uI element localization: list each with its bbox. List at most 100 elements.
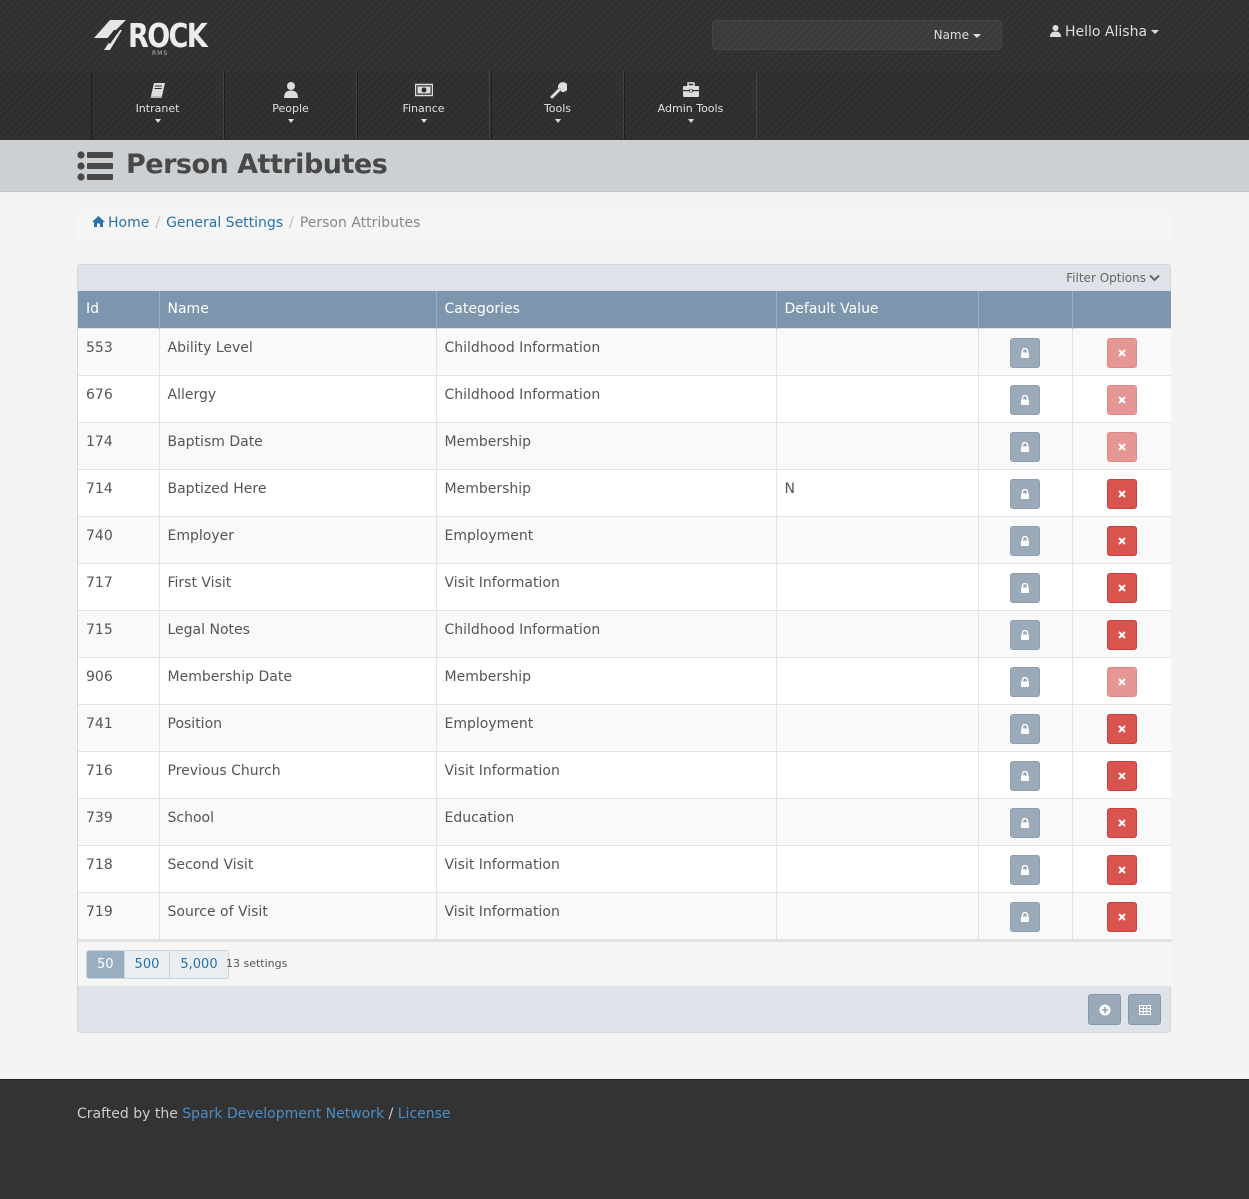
nav-item-people[interactable]: People: [224, 71, 357, 139]
table-row[interactable]: 718 Second Visit Visit Information: [78, 844, 1171, 892]
cell-id: 715: [78, 609, 160, 657]
spark-network-link[interactable]: Spark Development Network: [182, 1106, 384, 1122]
nav-item-admin-tools[interactable]: Admin Tools: [624, 71, 757, 139]
rock-logo-mark-icon: [94, 20, 126, 50]
logo-subtext: RMS: [152, 50, 169, 57]
search-input[interactable]: [713, 21, 918, 49]
lock-icon: [1021, 394, 1029, 405]
rock-logo[interactable]: ROCK RMS: [92, 14, 208, 58]
cell-name: Previous Church: [159, 750, 437, 798]
page-size-50[interactable]: 50: [87, 951, 125, 978]
export-excel-button[interactable]: [1128, 994, 1161, 1025]
page-size-500[interactable]: 500: [124, 951, 171, 978]
table-row[interactable]: 741 Position Employment: [78, 703, 1171, 751]
briefcase-icon: [682, 82, 699, 97]
security-button[interactable]: [1010, 807, 1040, 838]
table-row[interactable]: 174 Baptism Date Membership: [78, 421, 1171, 469]
nav-item-tools[interactable]: Tools: [491, 71, 624, 139]
security-button[interactable]: [1010, 760, 1040, 791]
security-button[interactable]: [1010, 572, 1040, 603]
cell-delete: [1072, 374, 1171, 422]
cell-delete: [1072, 797, 1171, 845]
cell-category: Membership: [436, 656, 777, 704]
column-header-categories[interactable]: Categories: [436, 291, 777, 328]
table-row[interactable]: 553 Ability Level Childhood Information: [78, 327, 1171, 375]
cell-default-value: [776, 750, 979, 798]
caret-down-icon: [687, 119, 694, 123]
security-button[interactable]: [1010, 384, 1040, 415]
delete-button[interactable]: [1106, 431, 1137, 462]
table-row[interactable]: 714 Baptized Here Membership N: [78, 468, 1171, 516]
page-title: Person Attributes: [126, 149, 388, 180]
cell-security: [978, 797, 1073, 845]
column-header-delete: [1072, 291, 1171, 328]
table-row[interactable]: 739 School Education: [78, 797, 1171, 845]
page-size-5000[interactable]: 5,000: [170, 951, 228, 978]
table-row[interactable]: 715 Legal Notes Childhood Information: [78, 609, 1171, 657]
security-button[interactable]: [1010, 619, 1040, 650]
table-row[interactable]: 719 Source of Visit Visit Information: [78, 891, 1171, 939]
security-button[interactable]: [1010, 431, 1040, 462]
table-row[interactable]: 716 Previous Church Visit Information: [78, 750, 1171, 798]
delete-button[interactable]: [1106, 525, 1137, 556]
security-button[interactable]: [1010, 901, 1040, 932]
cell-category: Visit Information: [436, 750, 777, 798]
close-icon: [1118, 630, 1126, 639]
breadcrumb-general-settings-link[interactable]: General Settings: [166, 215, 283, 231]
money-icon: [414, 83, 433, 97]
delete-button[interactable]: [1106, 760, 1137, 791]
table-row[interactable]: 717 First Visit Visit Information: [78, 562, 1171, 610]
table-body: 553 Ability Level Childhood Information 676…: [78, 327, 1171, 939]
lock-icon: [1021, 676, 1029, 687]
cell-name: Baptism Date: [159, 421, 437, 469]
table-row[interactable]: 740 Employer Employment: [78, 515, 1171, 563]
cell-id: 174: [78, 421, 160, 469]
cell-id: 676: [78, 374, 160, 422]
user-menu[interactable]: Hello Alisha: [1050, 24, 1160, 40]
license-link[interactable]: License: [398, 1106, 451, 1122]
delete-button[interactable]: [1106, 384, 1137, 415]
delete-button[interactable]: [1106, 854, 1137, 885]
delete-button[interactable]: [1106, 478, 1137, 509]
security-button[interactable]: [1010, 854, 1040, 885]
lock-icon: [1021, 817, 1029, 828]
close-icon: [1118, 677, 1126, 686]
column-header-name[interactable]: Name: [159, 291, 437, 328]
item-count: 13 settings: [226, 957, 288, 970]
security-button[interactable]: [1010, 525, 1040, 556]
add-attribute-button[interactable]: [1088, 994, 1121, 1025]
delete-button[interactable]: [1106, 666, 1137, 697]
cell-name: First Visit: [159, 562, 437, 610]
security-button[interactable]: [1010, 337, 1040, 368]
cell-default-value: [776, 562, 979, 610]
column-header-default-value[interactable]: Default Value: [776, 291, 979, 328]
cell-default-value: [776, 891, 979, 939]
delete-button[interactable]: [1106, 572, 1137, 603]
nav-item-intranet[interactable]: Intranet: [91, 71, 224, 139]
delete-button[interactable]: [1106, 807, 1137, 838]
security-button[interactable]: [1010, 478, 1040, 509]
breadcrumb-home-link[interactable]: Home: [92, 215, 149, 231]
column-header-id[interactable]: Id: [78, 291, 160, 328]
cell-default-value: [776, 844, 979, 892]
nav-item-finance[interactable]: Finance: [357, 71, 490, 139]
filter-options-toggle[interactable]: Filter Options: [1066, 271, 1160, 285]
nav-label: Intranet: [135, 102, 180, 115]
grid-pager: 50 500 5,000 13 settings: [78, 941, 1171, 986]
search-scope-dropdown[interactable]: Name: [934, 28, 981, 42]
delete-button[interactable]: [1106, 619, 1137, 650]
security-button[interactable]: [1010, 713, 1040, 744]
table-row[interactable]: 906 Membership Date Membership: [78, 656, 1171, 704]
home-icon: [92, 216, 105, 227]
cell-name: Allergy: [159, 374, 437, 422]
cell-id: 717: [78, 562, 160, 610]
delete-button[interactable]: [1106, 337, 1137, 368]
cell-name: Position: [159, 703, 437, 751]
delete-button[interactable]: [1106, 901, 1137, 932]
table-row[interactable]: 676 Allergy Childhood Information: [78, 374, 1171, 422]
footer-text: Crafted by the Spark Development Network…: [77, 1106, 451, 1122]
security-button[interactable]: [1010, 666, 1040, 697]
delete-button[interactable]: [1106, 713, 1137, 744]
cell-default-value: N: [776, 468, 979, 516]
nav-label: Tools: [543, 102, 572, 115]
